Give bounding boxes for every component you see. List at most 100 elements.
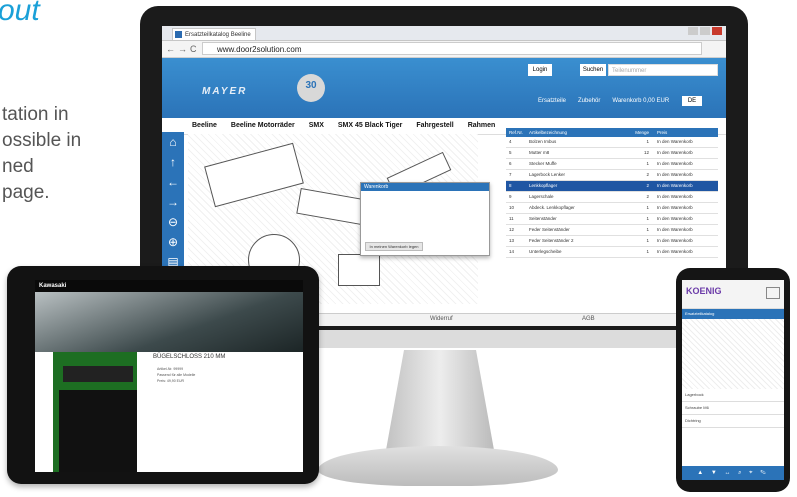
product-image [59,390,137,472]
home-icon[interactable]: ⌂ [162,132,184,152]
maximize-icon[interactable] [700,27,710,35]
cell-name: Feder Seitenständer 2 [529,238,574,243]
cell-price[interactable]: In den Warenkorb [649,148,718,158]
cell-price[interactable]: In den Warenkorb [649,203,718,213]
frame-part[interactable] [204,142,304,208]
list-item[interactable]: Dichtring [682,415,784,428]
table-row[interactable]: 8 Lenkkopflager 2 In den Warenkorb [506,181,718,192]
product-thumbnails[interactable] [63,366,133,382]
brand-logo[interactable]: MAYER [202,86,247,97]
browser-tab-bar: Ersatzteilkatalog Beeline [162,26,726,41]
cell-ref: 14 [509,249,515,254]
window-controls [688,27,722,35]
phone-header: KOENIG [682,280,784,309]
phone-parts-drawing[interactable] [682,319,784,389]
address-bar: ←→C www.door2solution.com [162,41,726,58]
anniversary-badge: 30 [297,74,325,102]
menu-item[interactable]: Beeline Motorräder [231,118,295,134]
browser-nav-icons[interactable]: ←→C [166,44,200,54]
login-button[interactable]: Login [528,64,552,76]
product-title: BÜGELSCHLOSS 210 MM [153,354,226,360]
cell-ref: 9 [509,194,512,199]
product-detail-line: Preis: 49,90 EUR [157,379,185,383]
zoom-icon[interactable]: ⊕ [162,232,184,252]
menu-item[interactable]: Beeline [192,118,217,134]
zoom-out-icon[interactable]: ⊖ [162,212,184,232]
cell-ref: 12 [509,227,515,232]
cell-price[interactable]: In den Warenkorb [649,214,718,224]
table-row[interactable]: 12 Feder Seitenständer 1 In den Warenkorb [506,225,718,236]
table-row[interactable]: 10 Abdeck. Lenkkopflager 1 In den Warenkorb [506,203,718,214]
marketing-line: ossible in [2,130,82,151]
tablet-hero-image [35,292,303,352]
cell-ref: 11 [509,216,514,221]
cell-price[interactable]: In den Warenkorb [649,170,718,180]
header-link-parts[interactable]: Ersatzteile [538,98,566,104]
marketing-heading: out [0,0,40,27]
cell-name: Lagerschale [529,194,554,199]
phone-toolbar[interactable]: ▲ ▼ ↔ ⌕ ⌖ ✎ [682,466,784,480]
url-field[interactable]: www.door2solution.com [202,42,702,55]
cell-price[interactable]: In den Warenkorb [649,181,718,191]
menu-item[interactable]: Fahrgestell [416,118,453,134]
frame-part[interactable] [338,254,380,286]
header-link-accessories[interactable]: Zubehör [578,98,600,104]
favicon-icon [175,31,182,38]
cell-name: Feder Seitenständer [529,227,570,232]
menu-item[interactable]: SMX 45 Black Tiger [338,118,402,134]
cell-price[interactable]: In den Warenkorb [649,192,718,202]
table-row[interactable]: 9 Lagerschale 2 In den Warenkorb [506,192,718,203]
table-row[interactable]: 11 Seitenständer 1 In den Warenkorb [506,214,718,225]
table-row[interactable]: 14 Unterlegscheibe 1 In den Warenkorb [506,247,718,258]
table-row[interactable]: 6 Stecker Muffe 1 In den Warenkorb [506,159,718,170]
cell-name: Seitenständer [529,216,557,221]
close-icon[interactable] [712,27,722,35]
table-row[interactable]: 5 Mutter m8 12 In den Warenkorb [506,148,718,159]
cell-qty: 1 [646,249,649,254]
cell-name: Stecker Muffe [529,161,557,166]
cell-qty: 1 [646,216,649,221]
cell-price[interactable]: In den Warenkorb [649,159,718,169]
monitor-stand [386,350,494,450]
phone-parts-list: Lagerbock Schraube M6 Dichtring [682,389,784,428]
browser-tab[interactable]: Ersatzteilkatalog Beeline [172,28,256,40]
part-number-search-input[interactable]: Teilenummer [608,64,718,76]
header-link-cart[interactable]: Warenkorb 0,00 EUR [612,98,669,104]
list-item[interactable]: Schraube M6 [682,402,784,415]
cell-qty: 1 [646,227,649,232]
arrow-up-icon[interactable]: ↑ [162,152,184,172]
menu-item[interactable]: SMX [309,118,324,134]
cell-qty: 1 [646,161,649,166]
footer-link-withdrawal[interactable]: Widerruf [430,316,453,322]
cell-ref: 7 [509,172,512,177]
minimize-icon[interactable] [688,27,698,35]
arrow-right-icon[interactable]: → [162,192,184,212]
product-details: Artikel-Nr. 99999 Passend für alle Model… [157,366,277,384]
table-row[interactable]: 4 Bolzen Imbus 1 In den Warenkorb [506,137,718,148]
hamburger-menu-icon[interactable] [766,287,780,299]
phone-screen: KOENIG Ersatzteilkatalog Lagerbock Schra… [682,280,784,480]
cell-price[interactable]: In den Warenkorb [649,137,718,147]
menu-item[interactable]: Rahmen [468,118,496,134]
tablet-screen: Kawasaki BÜGELSCHLOSS 210 MM Artikel-Nr.… [35,280,303,472]
header-links: Ersatzteile Zubehör Warenkorb 0,00 EUR [538,98,669,104]
language-select[interactable]: DE [682,96,702,106]
tablet-brand[interactable]: Kawasaki [35,280,303,292]
search-button[interactable]: Suchen [580,64,606,76]
cell-ref: 6 [509,161,512,166]
add-to-cart-button[interactable]: In meinen Warenkorb legen [365,242,423,251]
arrow-left-icon[interactable]: ← [162,172,184,192]
footer-link-terms[interactable]: AGB [582,316,595,322]
cell-qty: 2 [646,194,649,199]
table-row[interactable]: 13 Feder Seitenständer 2 1 In den Warenkorb [506,236,718,247]
phone-brand[interactable]: KOENIG [686,286,722,296]
cell-name: Lenkkopflager [529,183,558,188]
cell-price[interactable]: In den Warenkorb [649,236,718,246]
cell-qty: 2 [646,183,649,188]
cell-ref: 13 [509,238,515,243]
table-row[interactable]: 7 Lagerbock Lenker 2 In den Warenkorb [506,170,718,181]
popup-title: Warenkorb [361,183,489,191]
cell-price[interactable]: In den Warenkorb [649,225,718,235]
list-item[interactable]: Lagerbock [682,389,784,402]
cell-price[interactable]: In den Warenkorb [649,247,718,257]
